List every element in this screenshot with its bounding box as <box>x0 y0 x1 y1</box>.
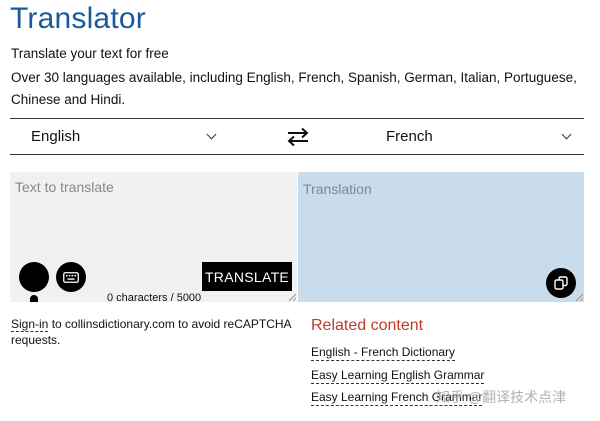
translate-button[interactable]: TRANSLATE <box>202 262 292 291</box>
language-bar: English French <box>10 118 584 155</box>
translation-output-area: Translation <box>298 172 584 302</box>
target-language-select[interactable]: French <box>386 119 576 154</box>
copy-button[interactable] <box>546 268 576 298</box>
keyboard-button[interactable] <box>56 262 86 292</box>
microphone-button[interactable] <box>19 262 49 292</box>
signin-notice: Sign-in to collinsdictionary.com to avoi… <box>11 316 301 348</box>
microphone-stand-icon <box>30 295 38 302</box>
related-link-english-grammar[interactable]: Easy Learning English Grammar <box>311 368 485 384</box>
resize-handle-icon[interactable] <box>289 294 296 301</box>
copy-icon <box>554 276 568 290</box>
related-content-heading: Related content <box>311 317 424 334</box>
watermark: 知乎 @翻译技术点津 <box>436 389 567 405</box>
keyboard-icon <box>63 271 79 283</box>
related-link-english-french-dictionary[interactable]: English - French Dictionary <box>311 345 456 361</box>
resize-handle-icon[interactable] <box>576 294 583 301</box>
swap-languages-icon[interactable] <box>286 127 310 147</box>
signin-link[interactable]: Sign-in <box>11 317 49 332</box>
source-placeholder: Text to translate <box>15 179 114 195</box>
page-title: Translator <box>10 2 146 35</box>
page-subtitle: Translate your text for free <box>11 46 169 61</box>
translation-placeholder: Translation <box>303 181 372 197</box>
signin-text: to collinsdictionary.com to avoid reCAPT… <box>11 317 291 347</box>
source-language-select[interactable]: English <box>31 119 221 154</box>
source-text-area[interactable]: Text to translate TRANSLATE 0 characters… <box>10 172 297 304</box>
page-description: Over 30 languages available, including E… <box>11 70 577 107</box>
character-counter: 0 characters / 5000 <box>107 292 202 304</box>
